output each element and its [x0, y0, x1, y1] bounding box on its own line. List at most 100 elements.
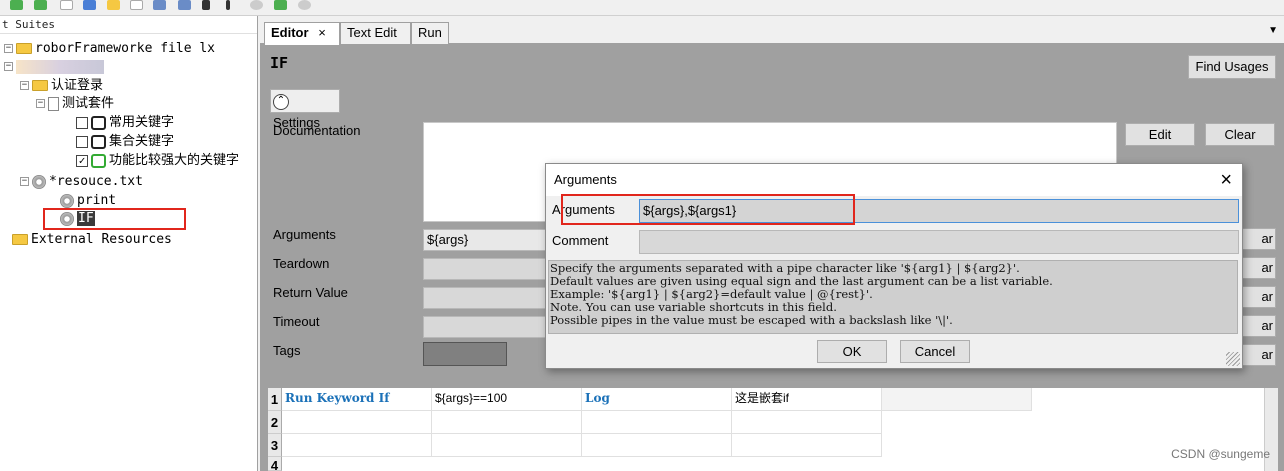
table-cell[interactable] — [282, 411, 432, 434]
row-number[interactable]: 4 — [268, 457, 282, 471]
table-cell[interactable] — [282, 434, 432, 457]
tags-field[interactable] — [423, 342, 507, 366]
teardown-label: Teardown — [273, 256, 330, 271]
keyword-icon[interactable] — [202, 0, 210, 10]
tree-node-collection-keywords[interactable]: 集合关键字 — [76, 133, 174, 151]
checkbox[interactable] — [76, 135, 88, 148]
text-icon[interactable] — [226, 0, 230, 10]
return-value-label: Return Value — [273, 285, 348, 300]
table-cell[interactable]: Log — [582, 388, 732, 411]
tree-node-auth-login[interactable]: − 认证登录 — [20, 77, 103, 95]
ok-button[interactable]: OK — [817, 340, 887, 363]
table-cell[interactable] — [432, 411, 582, 434]
folder-icon — [32, 80, 48, 91]
highlight-box — [561, 194, 855, 225]
run-icon[interactable] — [250, 0, 263, 10]
chevron-down-icon[interactable]: ▼ — [1268, 25, 1278, 36]
tree-node-external-resources[interactable]: External Resources — [12, 231, 172, 249]
checkbox-checked[interactable]: ✓ — [76, 154, 88, 167]
debug-icon[interactable] — [274, 0, 287, 10]
external-folder-icon — [12, 234, 28, 245]
table-cell[interactable] — [732, 411, 882, 434]
tab-text-edit[interactable]: Text Edit — [340, 22, 411, 44]
file-icon — [48, 96, 59, 111]
dialog-comment-label: Comment — [552, 233, 609, 248]
tree-node-resource-file[interactable]: − *resouce.txt — [20, 173, 143, 191]
clear-button-arguments[interactable]: ar — [1238, 228, 1276, 250]
cancel-button[interactable]: Cancel — [900, 340, 970, 363]
arguments-label: Arguments — [273, 227, 336, 242]
keyword-table: 1 Run Keyword If ${args}==100 Log 这是嵌套if… — [268, 388, 1278, 471]
highlight-box — [43, 208, 186, 230]
table-cell[interactable] — [582, 434, 732, 457]
timeout-label: Timeout — [273, 314, 320, 329]
open-icon[interactable] — [83, 0, 96, 10]
timeout-field[interactable] — [423, 316, 553, 338]
documentation-label: Documentation — [273, 123, 361, 138]
test-case-icon — [91, 134, 106, 149]
tab-bar: Editor × Text Edit Run ▼ — [260, 16, 1284, 45]
tree-node-project[interactable]: − roborFrameworke file lx — [4, 40, 215, 58]
tree-node-common-keywords[interactable]: 常用关键字 — [76, 114, 174, 132]
collapse-circle-icon: ⌃ — [273, 93, 289, 110]
table-cell[interactable] — [882, 388, 1032, 411]
return-value-field[interactable] — [423, 287, 553, 309]
collapse-icon[interactable]: − — [36, 99, 45, 108]
test-case-passed-icon — [91, 153, 106, 168]
help-text: Specify the arguments separated with a p… — [548, 260, 1238, 334]
table-cell[interactable]: ${args}==100 — [432, 388, 582, 411]
folder-icon[interactable] — [107, 0, 120, 10]
table-cell[interactable] — [432, 434, 582, 457]
table-cell[interactable] — [732, 434, 882, 457]
table-cell[interactable]: 这是嵌套if — [732, 388, 882, 411]
collapse-icon[interactable]: − — [20, 177, 29, 186]
clear-button[interactable]: Clear — [1205, 123, 1275, 146]
tags-label: Tags — [273, 343, 301, 358]
tree-node-test-suite[interactable]: − 测试套件 — [36, 95, 114, 113]
table-cell[interactable]: Run Keyword If — [282, 388, 432, 411]
teardown-field[interactable] — [423, 258, 553, 280]
settings-toggle[interactable]: ⌃ Settings — [270, 89, 340, 130]
page-title: IF — [270, 54, 289, 72]
edit-button[interactable]: Edit — [1125, 123, 1195, 146]
panel-header: t Suites — [0, 16, 257, 34]
clear-button-timeout[interactable]: ar — [1238, 315, 1276, 337]
dialog-comment-input[interactable] — [639, 230, 1239, 254]
dialog-title: Arguments × — [546, 164, 1242, 196]
save-all-icon[interactable] — [178, 0, 191, 10]
clear-button-return[interactable]: ar — [1238, 286, 1276, 308]
arguments-field[interactable]: ${args} — [423, 229, 553, 251]
collapse-icon[interactable]: − — [4, 62, 13, 71]
resource-icon — [32, 174, 46, 189]
close-icon[interactable]: × — [1220, 164, 1232, 196]
save-icon[interactable] — [153, 0, 166, 10]
forward-icon[interactable] — [34, 0, 47, 10]
new-icon[interactable] — [60, 0, 73, 10]
collapse-icon[interactable]: − — [20, 81, 29, 90]
tab-run[interactable]: Run — [411, 22, 449, 44]
tab-editor[interactable]: Editor × — [264, 22, 340, 45]
blurred-label — [16, 59, 104, 74]
keyword-gear-icon — [60, 193, 74, 208]
checkbox[interactable] — [76, 116, 88, 129]
resize-grip-icon[interactable] — [1226, 352, 1240, 366]
row-number[interactable]: 2 — [268, 411, 282, 434]
collapse-icon[interactable]: − — [4, 44, 13, 53]
watermark: CSDN @sungeme — [1171, 447, 1270, 461]
row-number[interactable]: 1 — [268, 388, 282, 411]
toolbar — [0, 0, 1284, 16]
tree-node-blurred[interactable]: − — [4, 58, 107, 76]
close-icon[interactable]: × — [318, 25, 326, 40]
test-suites-panel: t Suites − roborFrameworke file lx − − 认证登… — [0, 16, 258, 471]
row-number[interactable]: 3 — [268, 434, 282, 457]
stop-icon[interactable] — [298, 0, 311, 10]
tree-node-powerful-keywords[interactable]: ✓ 功能比较强大的关键字 — [76, 152, 239, 170]
find-usages-button[interactable]: Find Usages — [1188, 55, 1276, 79]
test-case-icon — [91, 115, 106, 130]
clear-button-teardown[interactable]: ar — [1238, 257, 1276, 279]
clear-button-tags[interactable]: ar — [1238, 344, 1276, 366]
page-icon[interactable] — [130, 0, 143, 10]
back-icon[interactable] — [10, 0, 23, 10]
folder-icon — [16, 43, 32, 54]
table-cell[interactable] — [582, 411, 732, 434]
